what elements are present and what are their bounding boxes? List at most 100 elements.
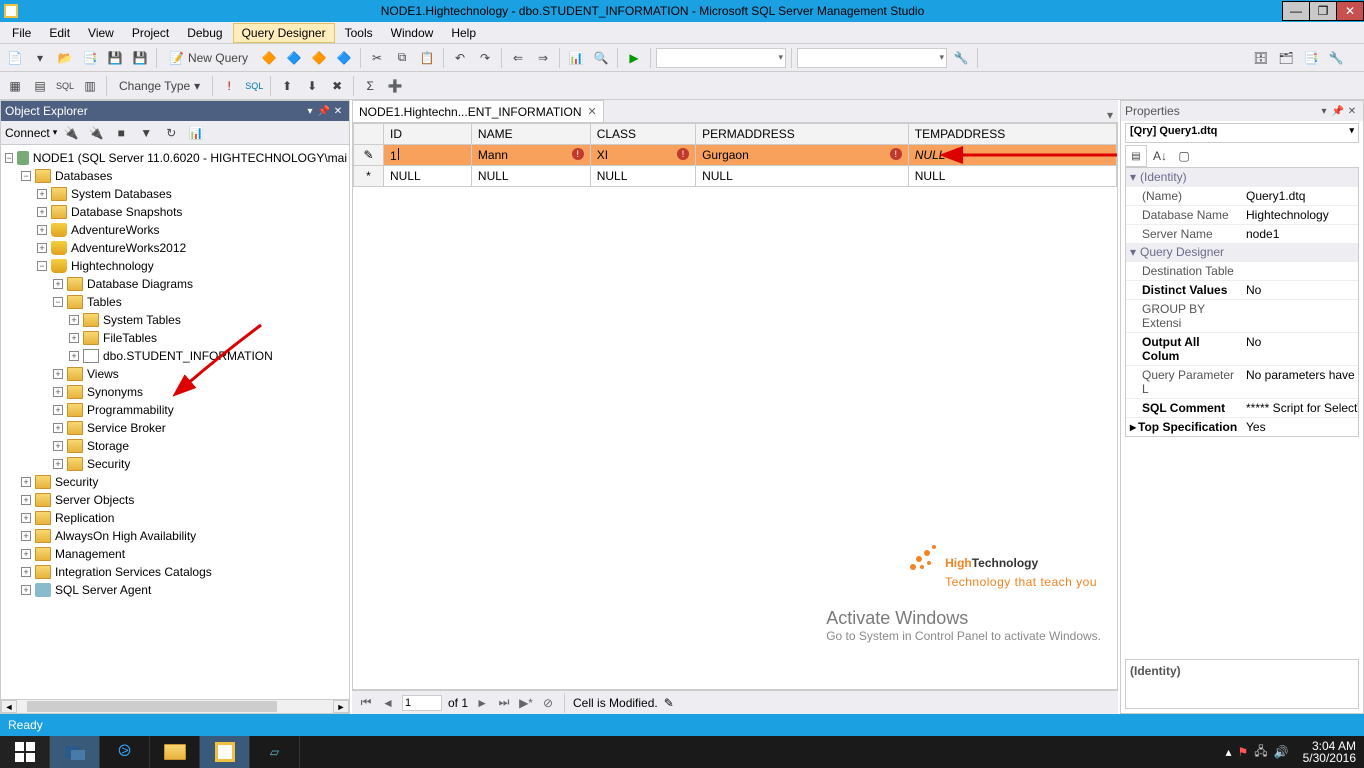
property-row[interactable]: ▸Top SpecificationYes	[1126, 417, 1358, 436]
nav-new-button[interactable]: ▶*	[518, 696, 534, 710]
replication-node[interactable]: Replication	[53, 511, 116, 525]
undo-button[interactable]: ↶	[449, 47, 471, 69]
tray-chevron-icon[interactable]: ▴	[1225, 745, 1231, 759]
nav-next-button[interactable]: ►	[474, 696, 490, 710]
tray-clock[interactable]: 3:04 AM 5/30/2016	[1295, 740, 1364, 764]
properties-button[interactable]: 🔧	[1325, 47, 1347, 69]
tray-network-icon[interactable]: 🖧	[1254, 742, 1267, 763]
hightechnology-node[interactable]: Hightechnology	[69, 259, 156, 273]
report-icon[interactable]: 📊	[185, 122, 207, 144]
activity-button[interactable]: 📊	[565, 47, 587, 69]
disconnect-icon[interactable]: 🔌	[85, 122, 107, 144]
expand-icon[interactable]: +	[37, 207, 47, 217]
criteria-pane-button[interactable]: ▤	[29, 75, 51, 97]
mdx-query-button[interactable]: 🔷	[283, 47, 305, 69]
diagrams-node[interactable]: Database Diagrams	[85, 277, 195, 291]
expand-icon[interactable]: +	[53, 369, 63, 379]
diagram-pane-button[interactable]: ▦	[4, 75, 26, 97]
expand-icon[interactable]: +	[21, 513, 31, 523]
cell[interactable]: Gurgaon!	[696, 145, 909, 166]
expand-icon[interactable]: +	[53, 387, 63, 397]
copy-button[interactable]: ⧉	[391, 47, 413, 69]
property-pages-button[interactable]: ▢	[1173, 145, 1195, 167]
panel-close-icon[interactable]: ✕	[1345, 106, 1359, 117]
expand-icon[interactable]: +	[69, 315, 79, 325]
expand-icon[interactable]: −	[37, 261, 47, 271]
expand-icon[interactable]: +	[53, 441, 63, 451]
server-objects-node[interactable]: Server Objects	[53, 493, 136, 507]
system-databases-node[interactable]: System Databases	[69, 187, 174, 201]
save-button[interactable]: 💾	[104, 47, 126, 69]
taskbar-powershell[interactable]: ⧁	[100, 736, 150, 768]
refresh-icon[interactable]: ↻	[160, 122, 182, 144]
menu-window[interactable]: Window	[383, 24, 442, 42]
menu-query-designer[interactable]: Query Designer	[233, 23, 335, 43]
property-row[interactable]: Distinct ValuesNo	[1126, 280, 1358, 299]
expand-icon[interactable]: −	[5, 153, 13, 163]
sql-agent-node[interactable]: SQL Server Agent	[53, 583, 153, 597]
start-button[interactable]: ▶	[623, 47, 645, 69]
taskbar-ssms[interactable]	[200, 736, 250, 768]
menu-project[interactable]: Project	[124, 24, 177, 42]
new-query-button[interactable]: 📝 New Query	[162, 47, 255, 69]
connect-label[interactable]: Connect	[5, 126, 50, 140]
property-category[interactable]: ▾(Identity)	[1126, 168, 1358, 186]
expand-icon[interactable]: +	[69, 351, 79, 361]
cell[interactable]: NULL	[590, 166, 695, 187]
panel-close-icon[interactable]: ✕	[331, 106, 345, 117]
expand-icon[interactable]: +	[53, 405, 63, 415]
config-mgr-button[interactable]: 🔧	[950, 47, 972, 69]
tab-list-dropdown[interactable]: ▾	[1102, 108, 1118, 122]
snapshots-node[interactable]: Database Snapshots	[69, 205, 184, 219]
expand-icon[interactable]: −	[53, 297, 63, 307]
dmx-query-button[interactable]: 🔶	[308, 47, 330, 69]
close-button[interactable]: ✕	[1336, 1, 1364, 21]
find-button[interactable]: 🔍	[590, 47, 612, 69]
sql-pane-button[interactable]: SQL	[54, 75, 76, 97]
menu-file[interactable]: File	[4, 24, 39, 42]
table-row[interactable]: * NULL NULL NULL NULL NULL	[354, 166, 1117, 187]
nav-last-button[interactable]: ⏭	[496, 695, 512, 710]
taskbar-explorer[interactable]	[150, 736, 200, 768]
group-by-button[interactable]: Σ	[359, 75, 381, 97]
menu-help[interactable]: Help	[443, 24, 484, 42]
cell[interactable]: XI!	[590, 145, 695, 166]
categorized-button[interactable]: ▤	[1125, 145, 1147, 167]
db-security-node[interactable]: Security	[85, 457, 132, 471]
registered-servers-button[interactable]: 🗄	[1250, 47, 1272, 69]
tab-close-icon[interactable]: ✕	[588, 105, 597, 118]
nav-fwd-button[interactable]: ⇒	[532, 47, 554, 69]
menu-view[interactable]: View	[80, 24, 122, 42]
cell[interactable]: NULL	[471, 166, 590, 187]
storage-node[interactable]: Storage	[85, 439, 131, 453]
verify-sql-button[interactable]: SQL	[243, 75, 265, 97]
menu-debug[interactable]: Debug	[179, 24, 230, 42]
expand-icon[interactable]: +	[37, 225, 47, 235]
results-grid[interactable]: ID NAME CLASS PERMADDRESS TEMPADDRESS ✎ …	[352, 122, 1118, 690]
column-header[interactable]: ID	[384, 124, 472, 145]
expand-icon[interactable]: +	[37, 243, 47, 253]
cell[interactable]: NULL	[908, 166, 1116, 187]
property-category[interactable]: ▾Query Designer	[1126, 243, 1358, 261]
property-row[interactable]: Destination Table	[1126, 261, 1358, 280]
adventureworks-node[interactable]: AdventureWorks	[69, 223, 161, 237]
expand-icon[interactable]: +	[37, 189, 47, 199]
new-project-button[interactable]: 📄	[4, 47, 26, 69]
save-all-button[interactable]: 💾	[129, 47, 151, 69]
student-table-node[interactable]: dbo.STUDENT_INFORMATION	[101, 349, 275, 363]
tray-flag-icon[interactable]: ⚑	[1238, 745, 1249, 759]
property-selector[interactable]: [Qry] Query1.dtq	[1125, 123, 1359, 143]
nav-position-input[interactable]	[402, 695, 442, 711]
expand-icon[interactable]: +	[21, 531, 31, 541]
tray-icons[interactable]: ▴ ⚑ 🖧 🔊	[1219, 742, 1294, 763]
service-broker-node[interactable]: Service Broker	[85, 421, 168, 435]
panel-dropdown-icon[interactable]: ▾	[1317, 106, 1331, 117]
expand-icon[interactable]: +	[21, 567, 31, 577]
expand-icon[interactable]: +	[21, 549, 31, 559]
alphabetical-button[interactable]: A↓	[1149, 145, 1171, 167]
column-header[interactable]: CLASS	[590, 124, 695, 145]
property-row[interactable]: GROUP BY Extensi	[1126, 299, 1358, 332]
solution-config-dropdown[interactable]	[656, 48, 786, 68]
execute-sql-button[interactable]: !	[218, 75, 240, 97]
cell[interactable]: NULL	[696, 166, 909, 187]
